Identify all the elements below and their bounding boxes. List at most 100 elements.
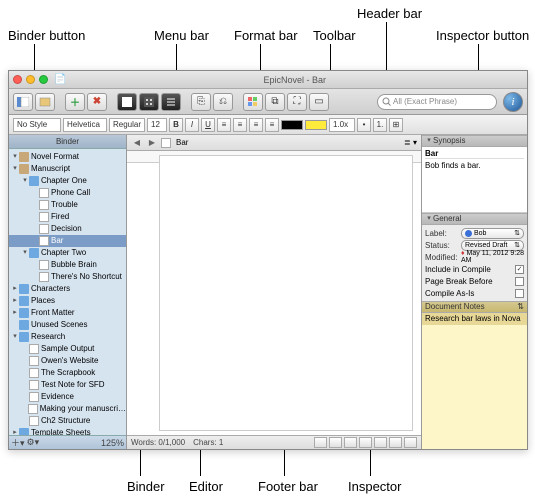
footer-btn-2[interactable] [329, 437, 342, 448]
disclosure-triangle-icon[interactable]: ▾ [21, 247, 29, 259]
disclosure-triangle-icon[interactable]: ▸ [11, 427, 19, 435]
binder-item[interactable]: ▾Novel Format [9, 151, 126, 163]
align-center-button[interactable]: ≡ [233, 118, 247, 132]
zoom-level[interactable]: 125% [101, 438, 124, 448]
disclosure-triangle-icon[interactable]: ▸ [11, 307, 19, 319]
binder-tree[interactable]: ▾Novel Format▾Manuscript▾Chapter OnePhon… [9, 149, 126, 435]
zoom-window-button[interactable] [39, 75, 48, 84]
callout-menu-bar: Menu bar [154, 28, 209, 43]
delete-button[interactable]: ✖ [87, 93, 107, 111]
font-selector[interactable]: Helvetica [63, 118, 107, 132]
binder-item[interactable]: The Scrapbook [9, 367, 126, 379]
binder-item[interactable]: ▸Places [9, 295, 126, 307]
disclosure-triangle-icon[interactable]: ▾ [11, 331, 19, 343]
binder-item[interactable]: Bubble Brain [9, 259, 126, 271]
binder-item[interactable]: Making your manuscri… [9, 403, 126, 415]
table-button[interactable]: ⊞ [389, 118, 403, 132]
binder-item[interactable]: There's No Shortcut [9, 271, 126, 283]
synopsis-header[interactable]: ▾Synopsis [422, 135, 527, 147]
page[interactable] [159, 155, 413, 431]
synopsis-card[interactable]: Bar Bob finds a bar. [422, 147, 527, 213]
notes-header[interactable]: Document Notes⇅ [422, 301, 527, 313]
search-field[interactable]: All (Exact Phrase) [377, 94, 497, 110]
compile-button[interactable]: ⎘ [191, 93, 211, 111]
binder-item[interactable]: ▾Chapter One [9, 175, 126, 187]
footer-btn-4[interactable] [359, 437, 372, 448]
binder-item[interactable]: Owen's Website [9, 355, 126, 367]
footer-btn-3[interactable] [344, 437, 357, 448]
underline-button[interactable]: U [201, 118, 215, 132]
binder-item[interactable]: Sample Output [9, 343, 126, 355]
binder-item[interactable]: ▾ Chapter Two [9, 247, 126, 259]
binder-item[interactable]: Phone Call [9, 187, 126, 199]
view-mode-doc-button[interactable] [117, 93, 137, 111]
binder-item[interactable]: Test Note for SFD [9, 379, 126, 391]
binder-gear-button[interactable]: ⚙▾ [27, 437, 40, 448]
highlight-color-swatch[interactable] [305, 120, 327, 130]
binder-item[interactable]: Trouble [9, 199, 126, 211]
binder-item[interactable]: ▾Manuscript [9, 163, 126, 175]
nav-forward-button[interactable]: ▶ [146, 137, 158, 149]
binder-item[interactable]: Evidence [9, 391, 126, 403]
list-bullet-button[interactable]: • [357, 118, 371, 132]
view-mode-cork-button[interactable] [139, 93, 159, 111]
size-selector[interactable]: 12 [147, 118, 167, 132]
align-left-button[interactable]: ≡ [217, 118, 231, 132]
label-selector[interactable]: Bob⇅ [461, 228, 524, 239]
compile-asis-checkbox[interactable] [515, 289, 524, 298]
binder-item[interactable]: ▸Front Matter [9, 307, 126, 319]
binder-item[interactable]: Decision [9, 223, 126, 235]
bold-button[interactable]: B [169, 118, 183, 132]
general-header[interactable]: ▾General [422, 213, 527, 225]
editor-split-button[interactable]: ≣ ▾ [404, 138, 417, 147]
disclosure-triangle-icon[interactable]: ▸ [11, 295, 19, 307]
notes-body[interactable] [422, 325, 527, 449]
nav-back-button[interactable]: ◀ [131, 137, 143, 149]
keywords-button[interactable] [243, 93, 263, 111]
binder-item[interactable]: ▾Research [9, 331, 126, 343]
text-color-swatch[interactable] [281, 120, 303, 130]
page-break-checkbox[interactable] [515, 277, 524, 286]
footer-btn-5[interactable] [374, 437, 387, 448]
align-right-button[interactable]: ≡ [249, 118, 263, 132]
binder-item[interactable]: ▸Characters [9, 283, 126, 295]
minimize-window-button[interactable] [26, 75, 35, 84]
inspector-toggle-button[interactable]: i [503, 92, 523, 112]
binder-item[interactable]: Fired [9, 211, 126, 223]
include-compile-checkbox[interactable]: ✓ [515, 265, 524, 274]
snapshot-button[interactable]: ⎌ [213, 93, 233, 111]
collection-button[interactable] [35, 93, 55, 111]
binder-item[interactable]: Ch2 Structure [9, 415, 126, 427]
footer-btn-6[interactable] [389, 437, 402, 448]
close-window-button[interactable] [13, 75, 22, 84]
fullscreen-button[interactable]: ⛶ [287, 93, 307, 111]
folder-icon [19, 320, 29, 330]
view-mode-outline-button[interactable] [161, 93, 181, 111]
footer-btn-1[interactable] [314, 437, 327, 448]
italic-button[interactable]: I [185, 118, 199, 132]
char-count: Chars: 1 [193, 438, 223, 447]
doc-icon [39, 224, 49, 234]
synopsis-text[interactable]: Bob finds a bar. [425, 161, 524, 170]
list-number-button[interactable]: 1. [373, 118, 387, 132]
disclosure-triangle-icon[interactable]: ▾ [11, 163, 19, 175]
footer-btn-7[interactable] [404, 437, 417, 448]
spacing-selector[interactable]: 1.0x [329, 118, 355, 132]
disclosure-triangle-icon[interactable]: ▸ [11, 283, 19, 295]
binder-item[interactable]: ▸Template Sheets [9, 427, 126, 435]
disclosure-triangle-icon[interactable]: ▾ [11, 151, 19, 163]
quickref-button[interactable]: ⧉ [265, 93, 285, 111]
status-selector[interactable]: Revised Draft⇅ [461, 240, 524, 251]
weight-selector[interactable]: Regular [109, 118, 145, 132]
binder-add-button[interactable]: ＋▾ [11, 436, 25, 449]
compose-button[interactable]: ▭ [309, 93, 329, 111]
editor-body[interactable] [127, 151, 421, 435]
binder-item[interactable]: Unused Scenes [9, 319, 126, 331]
style-selector[interactable]: No Style [13, 118, 61, 132]
disclosure-triangle-icon[interactable]: ▾ [21, 175, 29, 187]
align-justify-button[interactable]: ≡ [265, 118, 279, 132]
binder-item-label: Chapter Two [41, 247, 86, 259]
binder-item[interactable]: Bar [9, 235, 126, 247]
add-button[interactable]: ＋ [65, 93, 85, 111]
binder-toggle-button[interactable] [13, 93, 33, 111]
